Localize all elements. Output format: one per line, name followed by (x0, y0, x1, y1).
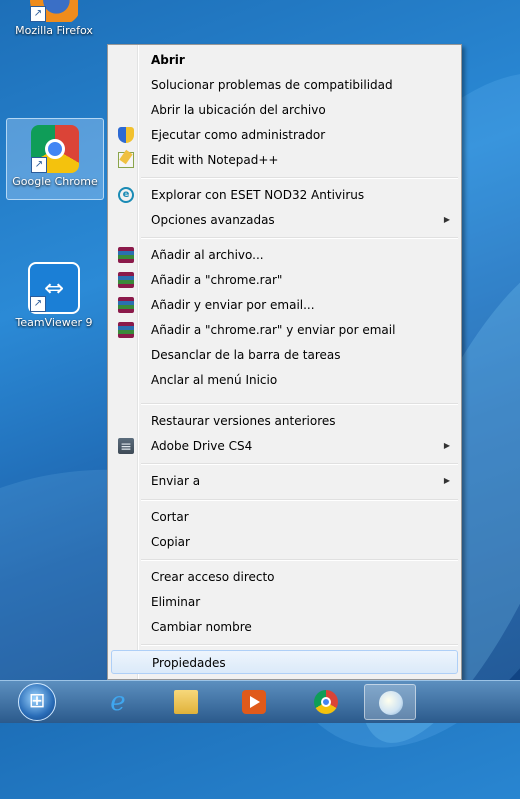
menu-item-label: Copiar (151, 535, 190, 549)
shortcut-arrow-icon: ↗ (31, 157, 47, 173)
menu-item-label: Añadir al archivo... (151, 248, 264, 262)
shortcut-arrow-icon: ↗ (30, 6, 46, 22)
menu-item-restaurar-versiones[interactable]: Restaurar versiones anteriores (111, 409, 458, 433)
menu-item-eset[interactable]: e Explorar con ESET NOD32 Antivirus (111, 183, 458, 207)
menu-item-solucionar-compatibilidad[interactable]: Solucionar problemas de compatibilidad (111, 73, 458, 97)
taskbar-internet-explorer[interactable]: e (92, 684, 144, 720)
desktop-icon-label: TeamViewer 9 (15, 316, 93, 329)
paint-icon (379, 691, 403, 715)
menu-item-copiar[interactable]: Copiar (111, 530, 458, 554)
menu-item-notepad[interactable]: Edit with Notepad++ (111, 148, 458, 172)
taskbar: e (0, 680, 520, 723)
menu-item-anadir-enviar-email[interactable]: Añadir y enviar por email... (111, 293, 458, 317)
desktop-icon-label: Mozilla Firefox (15, 24, 93, 37)
firefox-icon: ↗ (30, 0, 78, 22)
taskbar-paint[interactable] (364, 684, 416, 720)
menu-item-label: Solucionar problemas de compatibilidad (151, 78, 393, 92)
chrome-icon: ↗ (31, 125, 79, 173)
menu-separator (141, 644, 458, 646)
menu-item-anadir-archivo[interactable]: Añadir al archivo... (111, 243, 458, 267)
menu-item-label: Cortar (151, 510, 189, 524)
menu-item-label: Edit with Notepad++ (151, 153, 279, 167)
taskbar-media-player[interactable] (228, 684, 280, 720)
taskbar-chrome[interactable] (300, 684, 352, 720)
menu-item-ejecutar-admin[interactable]: Ejecutar como administrador (111, 123, 458, 147)
internet-explorer-icon: e (110, 687, 126, 717)
menu-item-label: Ejecutar como administrador (151, 128, 326, 142)
winrar-icon (118, 322, 134, 338)
menu-item-anclar-inicio[interactable]: Anclar al menú Inicio (111, 368, 458, 392)
taskbar-file-explorer[interactable] (160, 684, 212, 720)
desktop-icon-firefox[interactable]: ↗ Mozilla Firefox (6, 0, 102, 37)
shortcut-arrow-icon: ↗ (30, 296, 46, 312)
winrar-icon (118, 247, 134, 263)
menu-item-label: Añadir a "chrome.rar" y enviar por email (151, 323, 396, 337)
menu-separator (141, 559, 458, 561)
menu-item-label: Añadir y enviar por email... (151, 298, 315, 312)
menu-item-label: Explorar con ESET NOD32 Antivirus (151, 188, 365, 202)
desktop-icon-chrome[interactable]: ↗ Google Chrome (6, 118, 104, 200)
menu-item-enviar-a[interactable]: Enviar a ▶ (111, 469, 458, 493)
desktop-icon-teamviewer[interactable]: ↗ TeamViewer 9 (6, 262, 102, 329)
menu-item-label: Opciones avanzadas (151, 213, 275, 227)
menu-item-crear-acceso-directo[interactable]: Crear acceso directo (111, 565, 458, 589)
menu-item-eliminar[interactable]: Eliminar (111, 590, 458, 614)
menu-item-label: Enviar a (151, 474, 201, 488)
menu-separator (141, 499, 458, 501)
menu-item-label: Desanclar de la barra de tareas (151, 348, 341, 362)
menu-item-label: Eliminar (151, 595, 201, 609)
menu-item-label: Anclar al menú Inicio (151, 373, 278, 387)
submenu-arrow-icon: ▶ (443, 476, 450, 485)
submenu-arrow-icon: ▶ (443, 215, 450, 224)
adobe-drive-icon (118, 435, 134, 459)
uac-shield-icon (118, 127, 134, 143)
menu-item-propiedades[interactable]: Propiedades (111, 650, 458, 674)
menu-separator (141, 237, 458, 239)
menu-item-adobe-drive[interactable]: Adobe Drive CS4 ▶ (111, 434, 458, 459)
teamviewer-icon: ↗ (28, 262, 80, 314)
menu-item-cortar[interactable]: Cortar (111, 505, 458, 529)
chrome-icon (314, 690, 338, 714)
menu-separator (141, 463, 458, 465)
media-player-icon (242, 690, 266, 714)
start-button[interactable] (18, 683, 56, 721)
menu-item-label: Restaurar versiones anteriores (151, 414, 336, 428)
menu-item-label: Abrir la ubicación del archivo (151, 103, 326, 117)
context-menu: Abrir Solucionar problemas de compatibil… (107, 44, 462, 680)
menu-separator (141, 403, 458, 405)
menu-item-label: Crear acceso directo (151, 570, 275, 584)
menu-item-desanclar-barra[interactable]: Desanclar de la barra de tareas (111, 343, 458, 367)
menu-item-abrir-ubicacion[interactable]: Abrir la ubicación del archivo (111, 98, 458, 122)
winrar-icon (118, 297, 134, 313)
menu-item-cambiar-nombre[interactable]: Cambiar nombre (111, 615, 458, 639)
menu-item-label: Abrir (151, 53, 185, 67)
file-explorer-icon (174, 690, 198, 714)
menu-item-abrir[interactable]: Abrir (111, 48, 458, 72)
eset-icon: e (118, 187, 134, 203)
menu-item-label: Adobe Drive CS4 (151, 439, 253, 453)
notepad-plus-plus-icon (118, 152, 134, 168)
winrar-icon (118, 272, 134, 288)
submenu-arrow-icon: ▶ (443, 441, 450, 450)
menu-separator (141, 177, 458, 179)
menu-item-anadir-chrome-rar[interactable]: Añadir a "chrome.rar" (111, 268, 458, 292)
menu-item-label: Propiedades (152, 656, 226, 670)
menu-item-anadir-chrome-rar-email[interactable]: Añadir a "chrome.rar" y enviar por email (111, 318, 458, 342)
menu-item-label: Añadir a "chrome.rar" (151, 273, 283, 287)
desktop-icon-label: Google Chrome (12, 175, 98, 188)
menu-item-opciones-avanzadas[interactable]: Opciones avanzadas ▶ (111, 208, 458, 232)
menu-item-label: Cambiar nombre (151, 620, 252, 634)
